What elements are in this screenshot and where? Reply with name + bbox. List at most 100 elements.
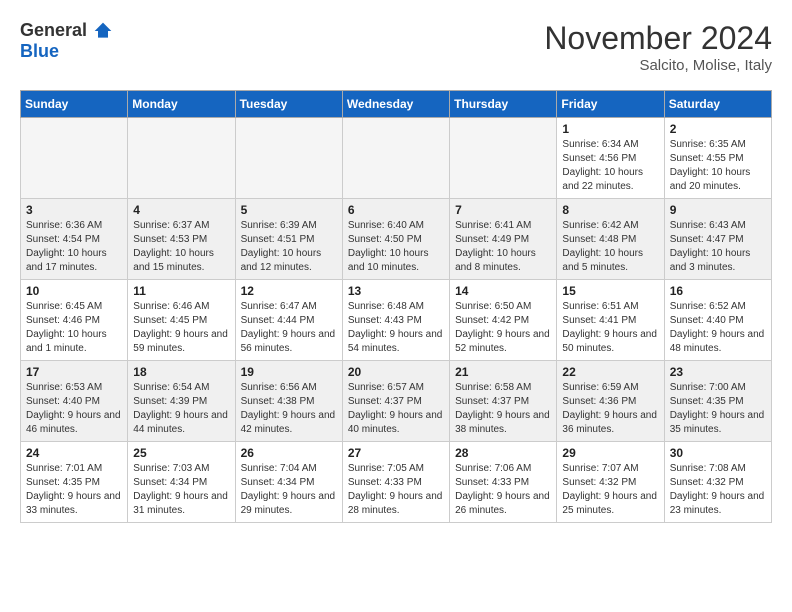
calendar-cell: 16Sunrise: 6:52 AM Sunset: 4:40 PM Dayli… [664, 280, 771, 361]
day-number: 5 [241, 203, 337, 217]
weekday-header-friday: Friday [557, 91, 664, 118]
calendar-cell: 26Sunrise: 7:04 AM Sunset: 4:34 PM Dayli… [235, 442, 342, 523]
day-info: Sunrise: 6:39 AM Sunset: 4:51 PM Dayligh… [241, 219, 337, 275]
day-number: 12 [241, 284, 337, 298]
day-number: 9 [670, 203, 766, 217]
calendar-cell [342, 118, 449, 199]
day-info: Sunrise: 7:05 AM Sunset: 4:33 PM Dayligh… [348, 462, 444, 518]
calendar-cell [450, 118, 557, 199]
weekday-header-saturday: Saturday [664, 91, 771, 118]
day-number: 22 [562, 365, 658, 379]
calendar-cell: 17Sunrise: 6:53 AM Sunset: 4:40 PM Dayli… [21, 361, 128, 442]
calendar-cell: 28 Sunrise: 7:06 AM Sunset: 4:33 PM Dayli… [450, 442, 557, 523]
day-number: 3 [26, 203, 122, 217]
calendar-cell: 10 Sunrise: 6:45 AM Sunset: 4:46 PM Dayli… [21, 280, 128, 361]
calendar-week-3: 10 Sunrise: 6:45 AM Sunset: 4:46 PM Dayli… [21, 280, 772, 361]
day-info: Sunrise: 6:45 AM Sunset: 4:46 PM Dayligh… [26, 300, 122, 356]
day-number: 14 [455, 284, 551, 298]
day-number: 20 [348, 365, 444, 379]
calendar-cell: 5 Sunrise: 6:39 AM Sunset: 4:51 PM Daylig… [235, 199, 342, 280]
day-number: 19 [241, 365, 337, 379]
day-info: Sunrise: 6:46 AM Sunset: 4:45 PM Dayligh… [133, 300, 229, 356]
calendar-week-2: 3 Sunrise: 6:36 AM Sunset: 4:54 PM Daylig… [21, 199, 772, 280]
calendar-cell: 23Sunrise: 7:00 AM Sunset: 4:35 PM Dayli… [664, 361, 771, 442]
day-info: Sunrise: 6:47 AM Sunset: 4:44 PM Dayligh… [241, 300, 337, 356]
day-number: 1 [562, 122, 658, 136]
day-info: Sunrise: 6:37 AM Sunset: 4:53 PM Dayligh… [133, 219, 229, 275]
day-number: 11 [133, 284, 229, 298]
calendar-cell: 13 Sunrise: 6:48 AM Sunset: 4:43 PM Dayli… [342, 280, 449, 361]
calendar-cell: 18Sunrise: 6:54 AM Sunset: 4:39 PM Dayli… [128, 361, 235, 442]
logo: General Blue [20, 20, 113, 62]
day-number: 28 [455, 446, 551, 460]
day-info: Sunrise: 6:54 AM Sunset: 4:39 PM Dayligh… [133, 381, 229, 437]
day-number: 8 [562, 203, 658, 217]
day-info: Sunrise: 6:34 AM Sunset: 4:56 PM Dayligh… [562, 138, 658, 194]
day-number: 29 [562, 446, 658, 460]
day-info: Sunrise: 6:57 AM Sunset: 4:37 PM Dayligh… [348, 381, 444, 437]
calendar-cell: 29 Sunrise: 7:07 AM Sunset: 4:32 PM Dayli… [557, 442, 664, 523]
calendar-cell: 24 Sunrise: 7:01 AM Sunset: 4:35 PM Dayli… [21, 442, 128, 523]
day-number: 13 [348, 284, 444, 298]
calendar-cell [21, 118, 128, 199]
calendar-cell: 11 Sunrise: 6:46 AM Sunset: 4:45 PM Dayli… [128, 280, 235, 361]
calendar-week-5: 24 Sunrise: 7:01 AM Sunset: 4:35 PM Dayli… [21, 442, 772, 523]
day-info: Sunrise: 6:51 AM Sunset: 4:41 PM Dayligh… [562, 300, 658, 356]
weekday-header-tuesday: Tuesday [235, 91, 342, 118]
day-number: 26 [241, 446, 337, 460]
day-info: Sunrise: 6:36 AM Sunset: 4:54 PM Dayligh… [26, 219, 122, 275]
day-info: Sunrise: 7:00 AM Sunset: 4:35 PM Dayligh… [670, 381, 766, 437]
calendar-week-1: 1 Sunrise: 6:34 AM Sunset: 4:56 PM Daylig… [21, 118, 772, 199]
calendar-cell: 19Sunrise: 6:56 AM Sunset: 4:38 PM Dayli… [235, 361, 342, 442]
day-number: 2 [670, 122, 766, 136]
weekday-header-row: SundayMondayTuesdayWednesdayThursdayFrid… [21, 91, 772, 118]
weekday-header-sunday: Sunday [21, 91, 128, 118]
day-info: Sunrise: 6:58 AM Sunset: 4:37 PM Dayligh… [455, 381, 551, 437]
calendar-cell: 6Sunrise: 6:40 AM Sunset: 4:50 PM Daylig… [342, 199, 449, 280]
day-number: 7 [455, 203, 551, 217]
calendar-week-4: 17Sunrise: 6:53 AM Sunset: 4:40 PM Dayli… [21, 361, 772, 442]
day-number: 30 [670, 446, 766, 460]
day-number: 27 [348, 446, 444, 460]
calendar-cell: 25Sunrise: 7:03 AM Sunset: 4:34 PM Dayli… [128, 442, 235, 523]
calendar-cell: 3 Sunrise: 6:36 AM Sunset: 4:54 PM Daylig… [21, 199, 128, 280]
logo-icon [93, 21, 113, 41]
day-number: 10 [26, 284, 122, 298]
day-info: Sunrise: 7:07 AM Sunset: 4:32 PM Dayligh… [562, 462, 658, 518]
calendar-cell: 12 Sunrise: 6:47 AM Sunset: 4:44 PM Dayli… [235, 280, 342, 361]
calendar-cell: 20 Sunrise: 6:57 AM Sunset: 4:37 PM Dayli… [342, 361, 449, 442]
calendar-cell [235, 118, 342, 199]
calendar-cell: 1 Sunrise: 6:34 AM Sunset: 4:56 PM Daylig… [557, 118, 664, 199]
calendar-cell: 30Sunrise: 7:08 AM Sunset: 4:32 PM Dayli… [664, 442, 771, 523]
day-info: Sunrise: 7:03 AM Sunset: 4:34 PM Dayligh… [133, 462, 229, 518]
day-info: Sunrise: 6:48 AM Sunset: 4:43 PM Dayligh… [348, 300, 444, 356]
calendar-cell: 22 Sunrise: 6:59 AM Sunset: 4:36 PM Dayli… [557, 361, 664, 442]
day-info: Sunrise: 6:43 AM Sunset: 4:47 PM Dayligh… [670, 219, 766, 275]
day-number: 15 [562, 284, 658, 298]
day-number: 24 [26, 446, 122, 460]
month-title: November 2024 [544, 20, 772, 57]
day-number: 6 [348, 203, 444, 217]
day-info: Sunrise: 6:42 AM Sunset: 4:48 PM Dayligh… [562, 219, 658, 275]
calendar-cell: 2Sunrise: 6:35 AM Sunset: 4:55 PM Daylig… [664, 118, 771, 199]
weekday-header-thursday: Thursday [450, 91, 557, 118]
page-header: General Blue November 2024 Salcito, Moli… [20, 20, 772, 74]
calendar-cell: 15 Sunrise: 6:51 AM Sunset: 4:41 PM Dayli… [557, 280, 664, 361]
calendar-cell: 7 Sunrise: 6:41 AM Sunset: 4:49 PM Daylig… [450, 199, 557, 280]
calendar-cell: 14Sunrise: 6:50 AM Sunset: 4:42 PM Dayli… [450, 280, 557, 361]
calendar-table: SundayMondayTuesdayWednesdayThursdayFrid… [20, 90, 772, 523]
day-info: Sunrise: 6:41 AM Sunset: 4:49 PM Dayligh… [455, 219, 551, 275]
location-text: Salcito, Molise, Italy [544, 57, 772, 74]
calendar-cell: 4 Sunrise: 6:37 AM Sunset: 4:53 PM Daylig… [128, 199, 235, 280]
title-block: November 2024 Salcito, Molise, Italy [544, 20, 772, 74]
calendar-cell: 27 Sunrise: 7:05 AM Sunset: 4:33 PM Dayli… [342, 442, 449, 523]
day-info: Sunrise: 7:01 AM Sunset: 4:35 PM Dayligh… [26, 462, 122, 518]
calendar-cell: 21Sunrise: 6:58 AM Sunset: 4:37 PM Dayli… [450, 361, 557, 442]
calendar-cell: 8 Sunrise: 6:42 AM Sunset: 4:48 PM Daylig… [557, 199, 664, 280]
day-info: Sunrise: 6:52 AM Sunset: 4:40 PM Dayligh… [670, 300, 766, 356]
weekday-header-wednesday: Wednesday [342, 91, 449, 118]
day-number: 4 [133, 203, 229, 217]
day-info: Sunrise: 7:06 AM Sunset: 4:33 PM Dayligh… [455, 462, 551, 518]
calendar-cell: 9 Sunrise: 6:43 AM Sunset: 4:47 PM Daylig… [664, 199, 771, 280]
day-info: Sunrise: 6:59 AM Sunset: 4:36 PM Dayligh… [562, 381, 658, 437]
